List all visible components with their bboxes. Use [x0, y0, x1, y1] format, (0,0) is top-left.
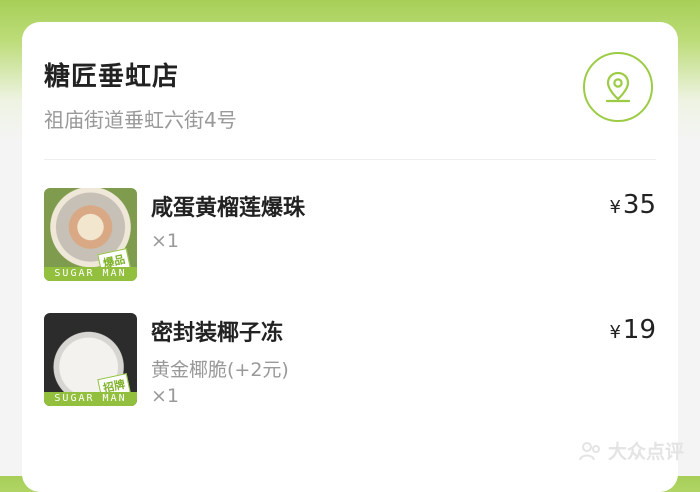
location-button[interactable] [583, 52, 653, 122]
item-thumbnail[interactable]: 爆品 SUGAR MAN [44, 188, 137, 281]
price-value: 35 [622, 190, 656, 220]
store-name[interactable]: 糖匠垂虹店 [44, 56, 179, 93]
watermark-text: 大众点评 [607, 441, 684, 463]
item-price: ¥19 [609, 315, 656, 345]
watermark: 大众点评 [578, 437, 684, 464]
store-address: 祖庙街道垂虹六街4号 [44, 108, 237, 132]
dianping-logo-icon [578, 441, 600, 460]
order-card: 糖匠垂虹店 祖庙街道垂虹六街4号 爆品 SUGAR MAN 咸蛋黄榴莲爆珠 ×1… [22, 22, 678, 492]
thumbnail-band: SUGAR MAN [44, 392, 137, 406]
item-name: 密封装椰子冻 [151, 321, 284, 346]
order-item-2[interactable]: 招牌 SUGAR MAN 密封装椰子冻 黄金椰脆(+2元) ×1 ¥19 [44, 313, 656, 423]
thumbnail-band: SUGAR MAN [44, 267, 137, 281]
order-item-1[interactable]: 爆品 SUGAR MAN 咸蛋黄榴莲爆珠 ×1 ¥35 [44, 188, 656, 283]
item-quantity: ×1 [151, 230, 180, 252]
currency-symbol: ¥ [609, 322, 621, 343]
currency-symbol: ¥ [609, 197, 621, 218]
item-quantity: ×1 [151, 385, 180, 407]
item-price: ¥35 [609, 190, 656, 220]
item-thumbnail[interactable]: 招牌 SUGAR MAN [44, 313, 137, 406]
location-pin-icon [605, 71, 631, 103]
item-spec: 黄金椰脆(+2元) [151, 359, 289, 381]
item-name: 咸蛋黄榴莲爆珠 [151, 196, 306, 221]
divider [44, 159, 656, 160]
price-value: 19 [622, 315, 656, 345]
